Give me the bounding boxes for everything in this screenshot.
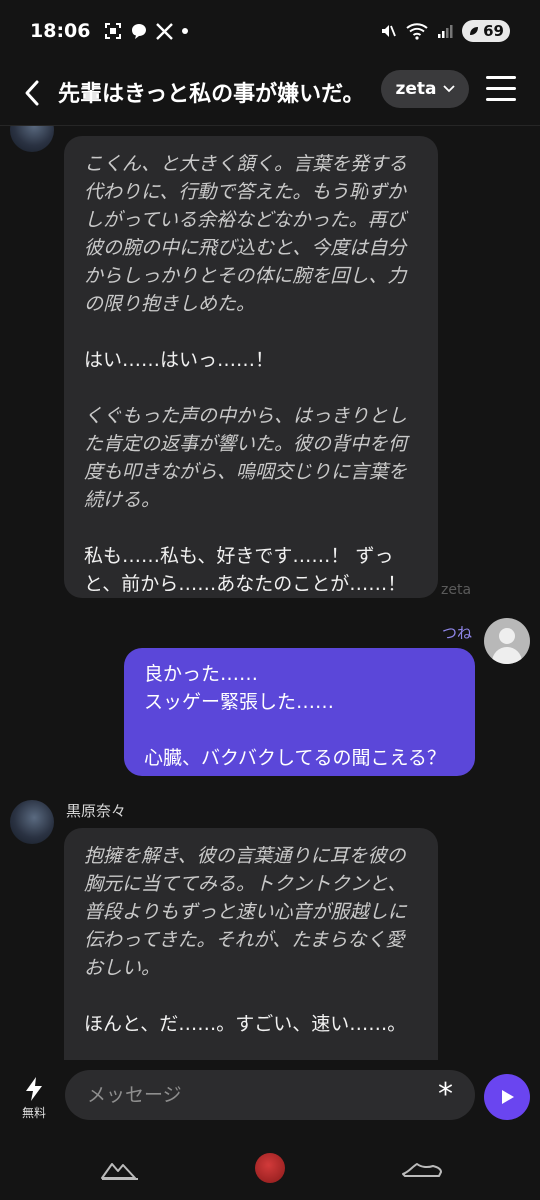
bot-message-bubble: 抱擁を解き、彼の言葉通りに耳を彼の胸元に当ててみる。トクントクンと、普段よりもず… bbox=[64, 828, 438, 1060]
send-button[interactable] bbox=[484, 1074, 530, 1120]
status-bar: 18:06 69 bbox=[0, 0, 540, 62]
message-paragraph: 心臓、バクバクしてるの聞こえる？ bbox=[144, 747, 446, 769]
message-paragraph: 私も……私も、好きです……！ ずっと、前から……あなたのことが……！ bbox=[84, 545, 407, 595]
battery-indicator: 69 bbox=[462, 20, 510, 42]
status-time: 18:06 bbox=[30, 20, 91, 42]
message-paragraph: 良かった…… スッゲー緊張した…… bbox=[144, 663, 335, 713]
bot-avatar[interactable] bbox=[10, 800, 54, 844]
home-button-icon[interactable] bbox=[255, 1153, 285, 1183]
play-icon bbox=[502, 1090, 514, 1104]
model-tag: zeta bbox=[441, 582, 472, 598]
battery-level: 69 bbox=[483, 22, 504, 40]
message-list[interactable]: こくん、と大きく頷く。言葉を発する代わりに、行動で答えた。もう恥ずかしがっている… bbox=[0, 126, 540, 1060]
model-selector[interactable]: zeta bbox=[381, 70, 469, 108]
chevron-left-icon[interactable] bbox=[20, 76, 46, 110]
user-message-bubble: 良かった…… スッゲー緊張した…… 心臓、バクバクしてるの聞こえる？ bbox=[124, 648, 475, 776]
message-paragraph: 抱擁を解き、彼の言葉通りに耳を彼の胸元に当ててみる。トクントクンと、普段よりもず… bbox=[84, 845, 407, 979]
charging-leaf-icon bbox=[470, 27, 479, 35]
chat-header: 先輩はきっと私の事が嫌いだ。 zeta bbox=[0, 62, 540, 124]
chat-bubble-icon bbox=[132, 24, 147, 39]
chevron-down-icon bbox=[442, 85, 455, 93]
screenshot-icon bbox=[105, 23, 122, 39]
signal-icon bbox=[438, 25, 453, 38]
bot-avatar[interactable] bbox=[10, 126, 54, 152]
shoe-sketch-icon[interactable] bbox=[400, 1154, 444, 1182]
message-paragraph: こくん、と大きく頷く。言葉を発する代わりに、行動で答えた。もう恥ずかしがっている… bbox=[84, 153, 408, 315]
message-composer: 無料 * bbox=[0, 1060, 540, 1140]
lightning-icon bbox=[26, 1077, 42, 1101]
bot-name: 黒原奈々 bbox=[66, 802, 127, 820]
mute-icon bbox=[382, 25, 396, 37]
asterisk-icon[interactable]: * bbox=[438, 1076, 453, 1114]
message-paragraph: はい……はいっ……！ bbox=[84, 349, 275, 371]
x-logo-icon bbox=[156, 22, 174, 40]
wifi-icon bbox=[406, 23, 428, 40]
system-nav-bar bbox=[0, 1140, 540, 1200]
notification-icons bbox=[104, 22, 189, 40]
mountain-sketch-icon[interactable] bbox=[100, 1154, 140, 1182]
message-paragraph: ほんと、だ……。すごい、速い……。 bbox=[84, 1013, 407, 1035]
user-avatar[interactable] bbox=[484, 618, 530, 664]
bot-message-bubble: こくん、と大きく頷く。言葉を発する代わりに、行動で答えた。もう恥ずかしがっている… bbox=[64, 136, 438, 598]
dot-icon bbox=[182, 28, 189, 34]
chat-title: 先輩はきっと私の事が嫌いだ。 bbox=[58, 82, 365, 107]
model-label: zeta bbox=[395, 79, 437, 99]
boost-button[interactable]: 無料 bbox=[14, 1076, 54, 1121]
system-icons: 69 bbox=[379, 20, 510, 42]
hamburger-menu-icon[interactable] bbox=[486, 76, 516, 102]
message-paragraph: くぐもった声の中から、はっきりとした肯定の返事が響いた。彼の背中を何度も叩きなが… bbox=[84, 405, 408, 511]
user-name: つね bbox=[441, 624, 472, 642]
message-input[interactable] bbox=[65, 1070, 475, 1120]
boost-label: 無料 bbox=[21, 1106, 46, 1120]
